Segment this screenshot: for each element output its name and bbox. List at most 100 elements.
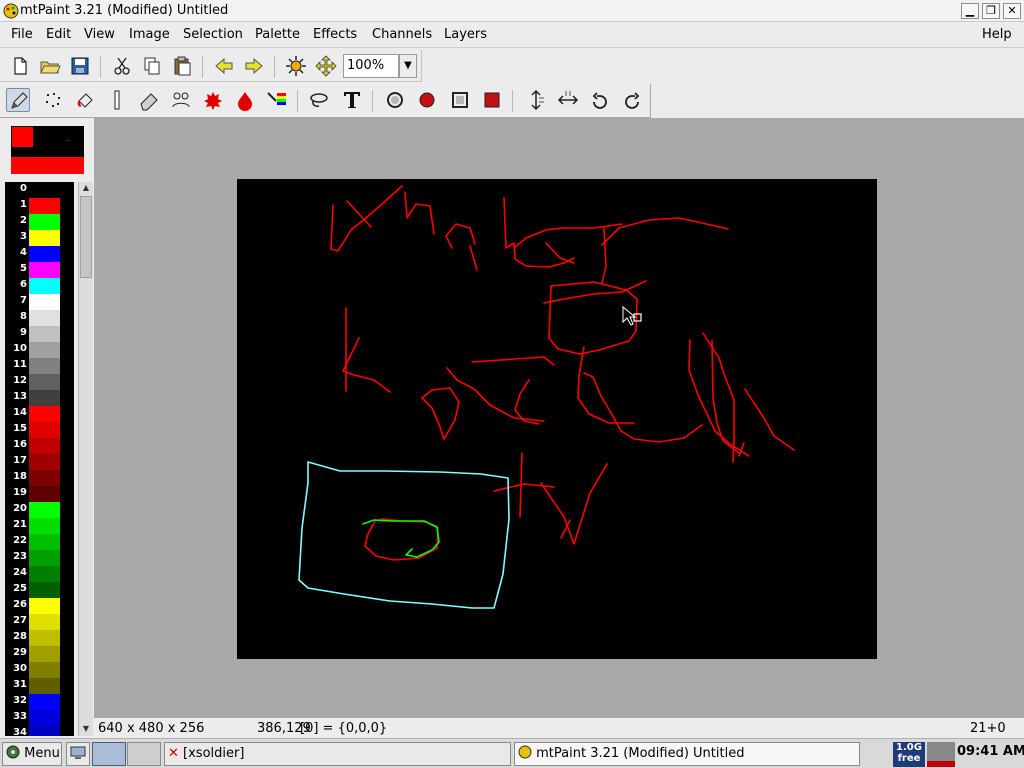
menu-layers[interactable]: Layers (444, 27, 487, 42)
palette-colour-swatch[interactable] (29, 374, 60, 390)
palette-colour-swatch[interactable] (29, 502, 60, 518)
palette-colour-swatch[interactable] (29, 246, 60, 262)
palette-colour-swatch[interactable] (29, 342, 60, 358)
palette-entry[interactable]: 14 (5, 406, 74, 422)
palette-colour-swatch[interactable] (29, 534, 60, 550)
palette-entry[interactable]: 18 (5, 470, 74, 486)
undo-button[interactable] (212, 54, 236, 78)
palette-colour-swatch[interactable] (29, 422, 60, 438)
transform-colour-button[interactable] (284, 54, 308, 78)
flip-horizontal-button[interactable] (556, 88, 580, 112)
palette-entry[interactable]: 34 (5, 726, 74, 736)
rotate-clockwise-button[interactable] (588, 88, 612, 112)
palette-colour-swatch[interactable] (29, 358, 60, 374)
palette-colour-swatch[interactable] (29, 710, 60, 726)
colour-picker-button[interactable] (265, 88, 289, 112)
palette-colour-swatch[interactable] (29, 694, 60, 710)
scroll-down-icon[interactable]: ▼ (79, 723, 93, 735)
palette-list[interactable]: 0 1 2 3 4 5 6 7 8 9 10 11 12 13 14 15 16 17 18 19 20 21 22 23 24… (5, 182, 74, 736)
palette-entry[interactable]: 31 (5, 678, 74, 694)
save-file-button[interactable] (68, 54, 92, 78)
close-button[interactable]: ✕ (1003, 3, 1021, 19)
paint-tool-button[interactable] (6, 88, 30, 112)
palette-entry[interactable]: 28 (5, 630, 74, 646)
palette-entry[interactable]: 26 (5, 598, 74, 614)
rectangle-fill-button[interactable] (480, 88, 504, 112)
redo-button[interactable] (242, 54, 266, 78)
palette-entry[interactable]: 11 (5, 358, 74, 374)
palette-colour-swatch[interactable] (29, 550, 60, 566)
palette-colour-swatch[interactable] (29, 454, 60, 470)
menu-palette[interactable]: Palette (255, 27, 300, 42)
palette-colour-swatch[interactable] (29, 198, 60, 214)
palette-entry[interactable]: 2 (5, 214, 74, 230)
palette-entry[interactable]: 22 (5, 534, 74, 550)
paste-button[interactable] (170, 54, 194, 78)
pan-window-button[interactable] (314, 54, 338, 78)
palette-colour-swatch[interactable] (29, 278, 60, 294)
maximize-button[interactable]: ❐ (982, 3, 1000, 19)
palette-entry[interactable]: 16 (5, 438, 74, 454)
palette-colour-swatch[interactable] (29, 726, 60, 736)
line-tool-button[interactable] (105, 88, 129, 112)
menu-selection[interactable]: Selection (183, 27, 243, 42)
palette-colour-swatch[interactable] (29, 390, 60, 406)
palette-entry[interactable]: 10 (5, 342, 74, 358)
clone-tool-button[interactable] (169, 88, 193, 112)
colour-swatch[interactable] (11, 126, 84, 174)
palette-colour-swatch[interactable] (29, 598, 60, 614)
scroll-up-icon[interactable]: ▲ (79, 182, 93, 194)
scroll-thumb[interactable] (80, 196, 92, 278)
palette-entry[interactable]: 12 (5, 374, 74, 390)
foreground-colour[interactable] (12, 127, 33, 147)
palette-colour-swatch[interactable] (29, 310, 60, 326)
palette-colour-swatch[interactable] (29, 518, 60, 534)
clock[interactable]: 09:41 AM (957, 744, 1024, 759)
image-canvas[interactable] (237, 179, 877, 659)
smudge-tool-button[interactable] (137, 88, 161, 112)
minimize-button[interactable]: ▁ (961, 3, 979, 19)
palette-colour-swatch[interactable] (29, 262, 60, 278)
workspace-2[interactable] (127, 742, 161, 766)
open-file-button[interactable] (38, 54, 62, 78)
palette-colour-swatch[interactable] (29, 230, 60, 246)
zoom-dropdown-button[interactable]: ▼ (399, 54, 417, 78)
palette-colour-swatch[interactable] (29, 214, 60, 230)
palette-entry[interactable]: 23 (5, 550, 74, 566)
menu-channels[interactable]: Channels (372, 27, 432, 42)
cut-button[interactable] (110, 54, 134, 78)
palette-colour-swatch[interactable] (29, 182, 60, 198)
palette-entry[interactable]: 5 (5, 262, 74, 278)
workspace-1[interactable] (92, 742, 126, 766)
palette-entry[interactable]: 24 (5, 566, 74, 582)
palette-entry[interactable]: 33 (5, 710, 74, 726)
menu-edit[interactable]: Edit (46, 27, 71, 42)
menu-view[interactable]: View (84, 27, 115, 42)
task-mtpaint[interactable]: mtPaint 3.21 (Modified) Untitled (514, 742, 860, 766)
palette-entry[interactable]: 15 (5, 422, 74, 438)
palette-colour-swatch[interactable] (29, 438, 60, 454)
copy-button[interactable] (140, 54, 164, 78)
flip-vertical-button[interactable] (524, 88, 548, 112)
palette-colour-swatch[interactable] (29, 566, 60, 582)
palette-colour-swatch[interactable] (29, 630, 60, 646)
menu-image[interactable]: Image (129, 27, 170, 42)
text-tool-button[interactable] (340, 88, 364, 112)
gradient-tool-button[interactable] (233, 88, 257, 112)
palette-scrollbar[interactable]: ▲ ▼ (78, 182, 93, 736)
palette-colour-swatch[interactable] (29, 582, 60, 598)
palette-entry[interactable]: 19 (5, 486, 74, 502)
palette-entry[interactable]: 25 (5, 582, 74, 598)
palette-colour-swatch[interactable] (29, 662, 60, 678)
palette-entry[interactable]: 27 (5, 614, 74, 630)
palette-colour-swatch[interactable] (29, 646, 60, 662)
flood-fill-tool-button[interactable] (73, 88, 97, 112)
palette-entry[interactable]: 20 (5, 502, 74, 518)
palette-colour-swatch[interactable] (29, 678, 60, 694)
menu-effects[interactable]: Effects (313, 27, 357, 42)
ellipse-fill-button[interactable] (415, 88, 439, 112)
show-desktop-button[interactable] (66, 742, 90, 766)
palette-entry[interactable]: 4 (5, 246, 74, 262)
zoom-input[interactable]: 100% (343, 54, 399, 78)
palette-entry[interactable]: 30 (5, 662, 74, 678)
